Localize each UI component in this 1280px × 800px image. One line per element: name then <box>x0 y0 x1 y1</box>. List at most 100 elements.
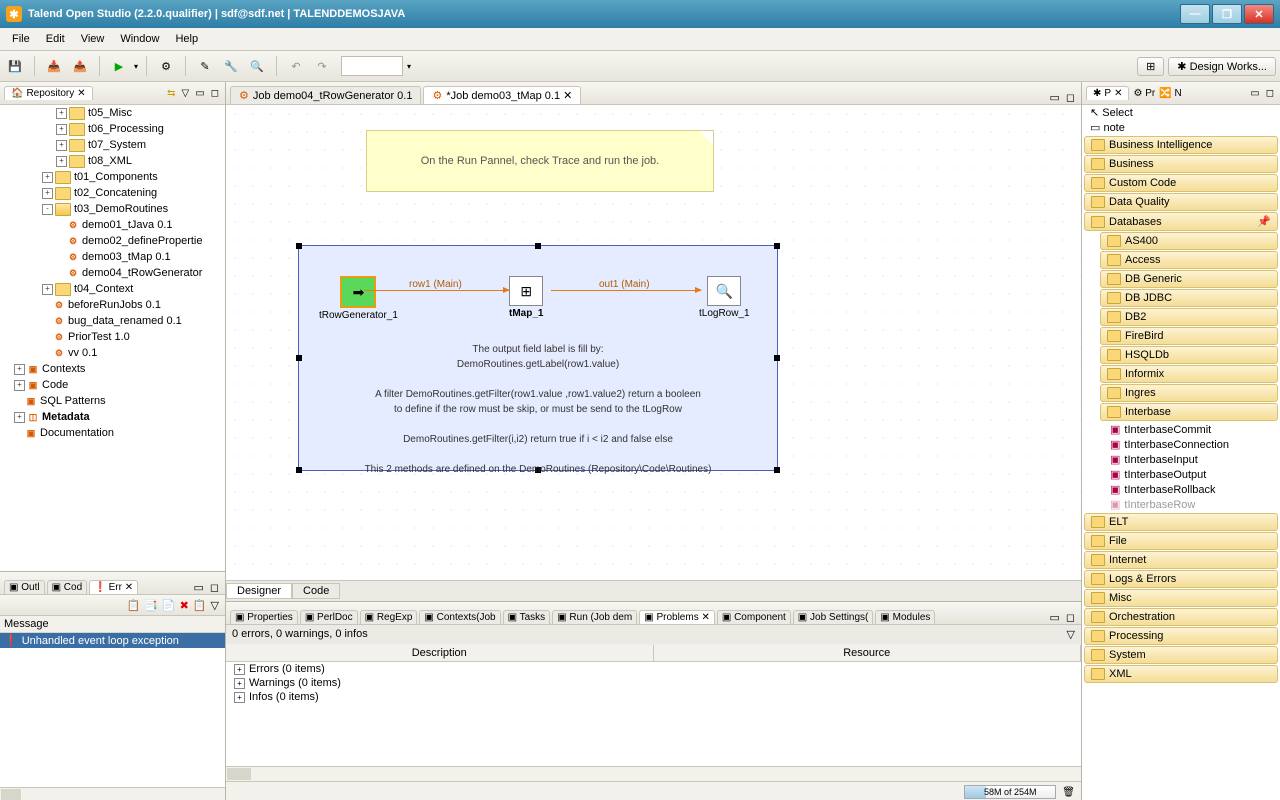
tree-item[interactable]: +t01_Components <box>0 169 225 185</box>
palette-drawer[interactable]: ELT <box>1084 513 1278 531</box>
palette-drawer[interactable]: Processing <box>1084 627 1278 645</box>
run-button[interactable]: ▶ <box>108 55 130 77</box>
link-row1[interactable] <box>364 290 509 291</box>
tree-item[interactable]: ⚙beforeRunJobs 0.1 <box>0 297 225 313</box>
repository-tree[interactable]: +t05_Misc+t06_Processing+t07_System+t08_… <box>0 105 225 572</box>
tab-cod[interactable]: ▣ Cod <box>47 580 88 594</box>
tree-item[interactable]: ⚙demo04_tRowGenerator <box>0 265 225 281</box>
maximize-view-icon[interactable]: ◻ <box>1264 88 1276 99</box>
message-column-header[interactable]: Message <box>0 616 225 633</box>
problems-group[interactable]: + Errors (0 items) <box>226 662 1081 676</box>
menu-icon[interactable]: ▽ <box>211 599 219 612</box>
palette-sub[interactable]: Access <box>1100 251 1278 269</box>
tree-item[interactable]: +t05_Misc <box>0 105 225 121</box>
undo-button[interactable]: ↶ <box>285 55 307 77</box>
palette-sub[interactable]: DB JDBC <box>1100 289 1278 307</box>
tree-item[interactable]: ⚙demo03_tMap 0.1 <box>0 249 225 265</box>
palette-sub[interactable]: AS400 <box>1100 232 1278 250</box>
tree-item[interactable]: ⚙demo01_tJava 0.1 <box>0 217 225 233</box>
tree-item[interactable]: +t08_XML <box>0 153 225 169</box>
tab-err[interactable]: ❗Err ✕ <box>89 580 138 594</box>
tree-item[interactable]: -t03_DemoRoutines <box>0 201 225 217</box>
menu-view[interactable]: View <box>73 31 113 47</box>
menu-file[interactable]: File <box>4 31 38 47</box>
designer-tab[interactable]: Designer <box>226 583 292 599</box>
link-icon[interactable]: ⇆ <box>165 88 177 99</box>
maximize-view-icon[interactable]: ◻ <box>1064 91 1077 104</box>
code-tab[interactable]: Code <box>292 583 340 599</box>
gc-button[interactable]: 🗑 <box>1062 787 1075 798</box>
bottom-tab[interactable]: ▣ Component <box>717 610 791 624</box>
palette-sub[interactable]: FireBird <box>1100 327 1278 345</box>
palette-drawer[interactable]: Orchestration <box>1084 608 1278 626</box>
redo-button[interactable]: ↷ <box>311 55 333 77</box>
filter-icon[interactable]: 📋 <box>127 599 141 612</box>
bottom-tab[interactable]: ▣ RegExp <box>360 610 418 624</box>
h-scrollbar[interactable] <box>1 789 21 800</box>
palette-sub[interactable]: Ingres <box>1100 384 1278 402</box>
palette-sub[interactable]: DB2 <box>1100 308 1278 326</box>
repository-tab[interactable]: 🏠 Repository ✕ <box>4 86 93 100</box>
minimize-view-icon[interactable]: ▭ <box>1047 611 1061 624</box>
close-button[interactable]: ✕ <box>1244 4 1274 24</box>
menu-help[interactable]: Help <box>167 31 206 47</box>
palette-drawer[interactable]: Custom Code <box>1084 174 1278 192</box>
link-out1[interactable] <box>551 290 701 291</box>
zoom-combo[interactable] <box>341 56 403 76</box>
tree-item[interactable]: ▣SQL Patterns <box>0 393 225 409</box>
component-tlogrow[interactable]: 🔍 tLogRow_1 <box>699 276 750 319</box>
job-button[interactable]: ⚙ <box>155 55 177 77</box>
palette-drawer[interactable]: Internet <box>1084 551 1278 569</box>
menu-edit[interactable]: Edit <box>38 31 73 47</box>
h-scrollbar[interactable] <box>227 768 251 780</box>
palette-sub[interactable]: DB Generic <box>1100 270 1278 288</box>
problems-columns[interactable]: Description Resource <box>226 645 1081 662</box>
palette-drawer[interactable]: Data Quality <box>1084 193 1278 211</box>
log-icon[interactable]: 📄 <box>162 599 176 612</box>
palette-drawer[interactable]: XML <box>1084 665 1278 683</box>
copy-icon[interactable]: 📑 <box>144 599 158 612</box>
palette-tool[interactable]: ↖ Select <box>1082 105 1280 120</box>
canvas-note[interactable]: On the Run Pannel, check Trace and run t… <box>366 130 714 192</box>
editor-tab[interactable]: ⚙ *Job demo03_tMap 0.1 ✕ <box>423 86 581 104</box>
palette-drawer[interactable]: Business <box>1084 155 1278 173</box>
edit-button[interactable]: ✎ <box>194 55 216 77</box>
minimize-view-icon[interactable]: ▭ <box>1248 88 1261 99</box>
wrench-button[interactable]: 🔧 <box>220 55 242 77</box>
component-trowgenerator[interactable]: ➡ tRowGenerator_1 <box>319 276 398 321</box>
maximize-button[interactable]: ❐ <box>1212 4 1242 24</box>
tree-item[interactable]: +▣Contexts <box>0 361 225 377</box>
palette-item[interactable]: ▣ tInterbaseInput <box>1082 452 1280 467</box>
tree-item[interactable]: +t06_Processing <box>0 121 225 137</box>
maximize-view-icon[interactable]: ◻ <box>1064 611 1077 624</box>
view-menu-icon[interactable]: ▽ <box>180 88 192 99</box>
tree-item[interactable]: +t04_Context <box>0 281 225 297</box>
maximize-view-icon[interactable]: ◻ <box>208 581 221 594</box>
minimize-button[interactable]: — <box>1180 4 1210 24</box>
palette-item[interactable]: ▣ tInterbaseConnection <box>1082 437 1280 452</box>
search-button[interactable]: 🔍 <box>246 55 268 77</box>
tree-item[interactable]: +t07_System <box>0 137 225 153</box>
palette-sub[interactable]: Informix <box>1100 365 1278 383</box>
bottom-tab[interactable]: ▣ Tasks <box>503 610 551 624</box>
tree-item[interactable]: ⚙bug_data_renamed 0.1 <box>0 313 225 329</box>
palette-drawer[interactable]: Databases📌 <box>1084 212 1278 231</box>
problems-menu-icon[interactable]: ▽ <box>1067 628 1075 641</box>
tree-item[interactable]: +▣Code <box>0 377 225 393</box>
clear-icon[interactable]: 📋 <box>193 599 207 612</box>
minimize-view-icon[interactable]: ▭ <box>1047 91 1061 104</box>
tree-item[interactable]: ⚙PriorTest 1.0 <box>0 329 225 345</box>
delete-icon[interactable]: ✖ <box>180 599 189 612</box>
palette-tab-pr[interactable]: ⚙ Pr <box>1133 88 1155 99</box>
palette-drawer[interactable]: File <box>1084 532 1278 550</box>
bottom-tab[interactable]: ▣ Job Settings( <box>793 610 874 624</box>
palette-sub[interactable]: HSQLDb <box>1100 346 1278 364</box>
palette-item[interactable]: ▣ tInterbaseCommit <box>1082 422 1280 437</box>
palette-tool[interactable]: ▭ note <box>1082 120 1280 135</box>
import-button[interactable]: 📥 <box>43 55 65 77</box>
design-workspace-button[interactable]: ✱ Design Works... <box>1168 57 1276 76</box>
tree-item[interactable]: ⚙vv 0.1 <box>0 345 225 361</box>
tree-item[interactable]: +◫Metadata <box>0 409 225 425</box>
maximize-view-icon[interactable]: ◻ <box>209 88 221 99</box>
palette-drawer[interactable]: Logs & Errors <box>1084 570 1278 588</box>
